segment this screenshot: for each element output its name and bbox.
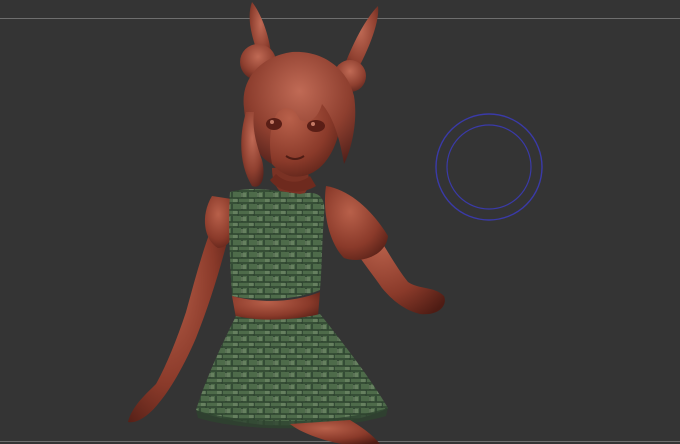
sculpt-viewport[interactable] [0,0,680,444]
brush-outer-ring [435,113,543,221]
brush-circle-icon[interactable] [0,0,680,444]
brush-inner-ring [446,124,532,210]
